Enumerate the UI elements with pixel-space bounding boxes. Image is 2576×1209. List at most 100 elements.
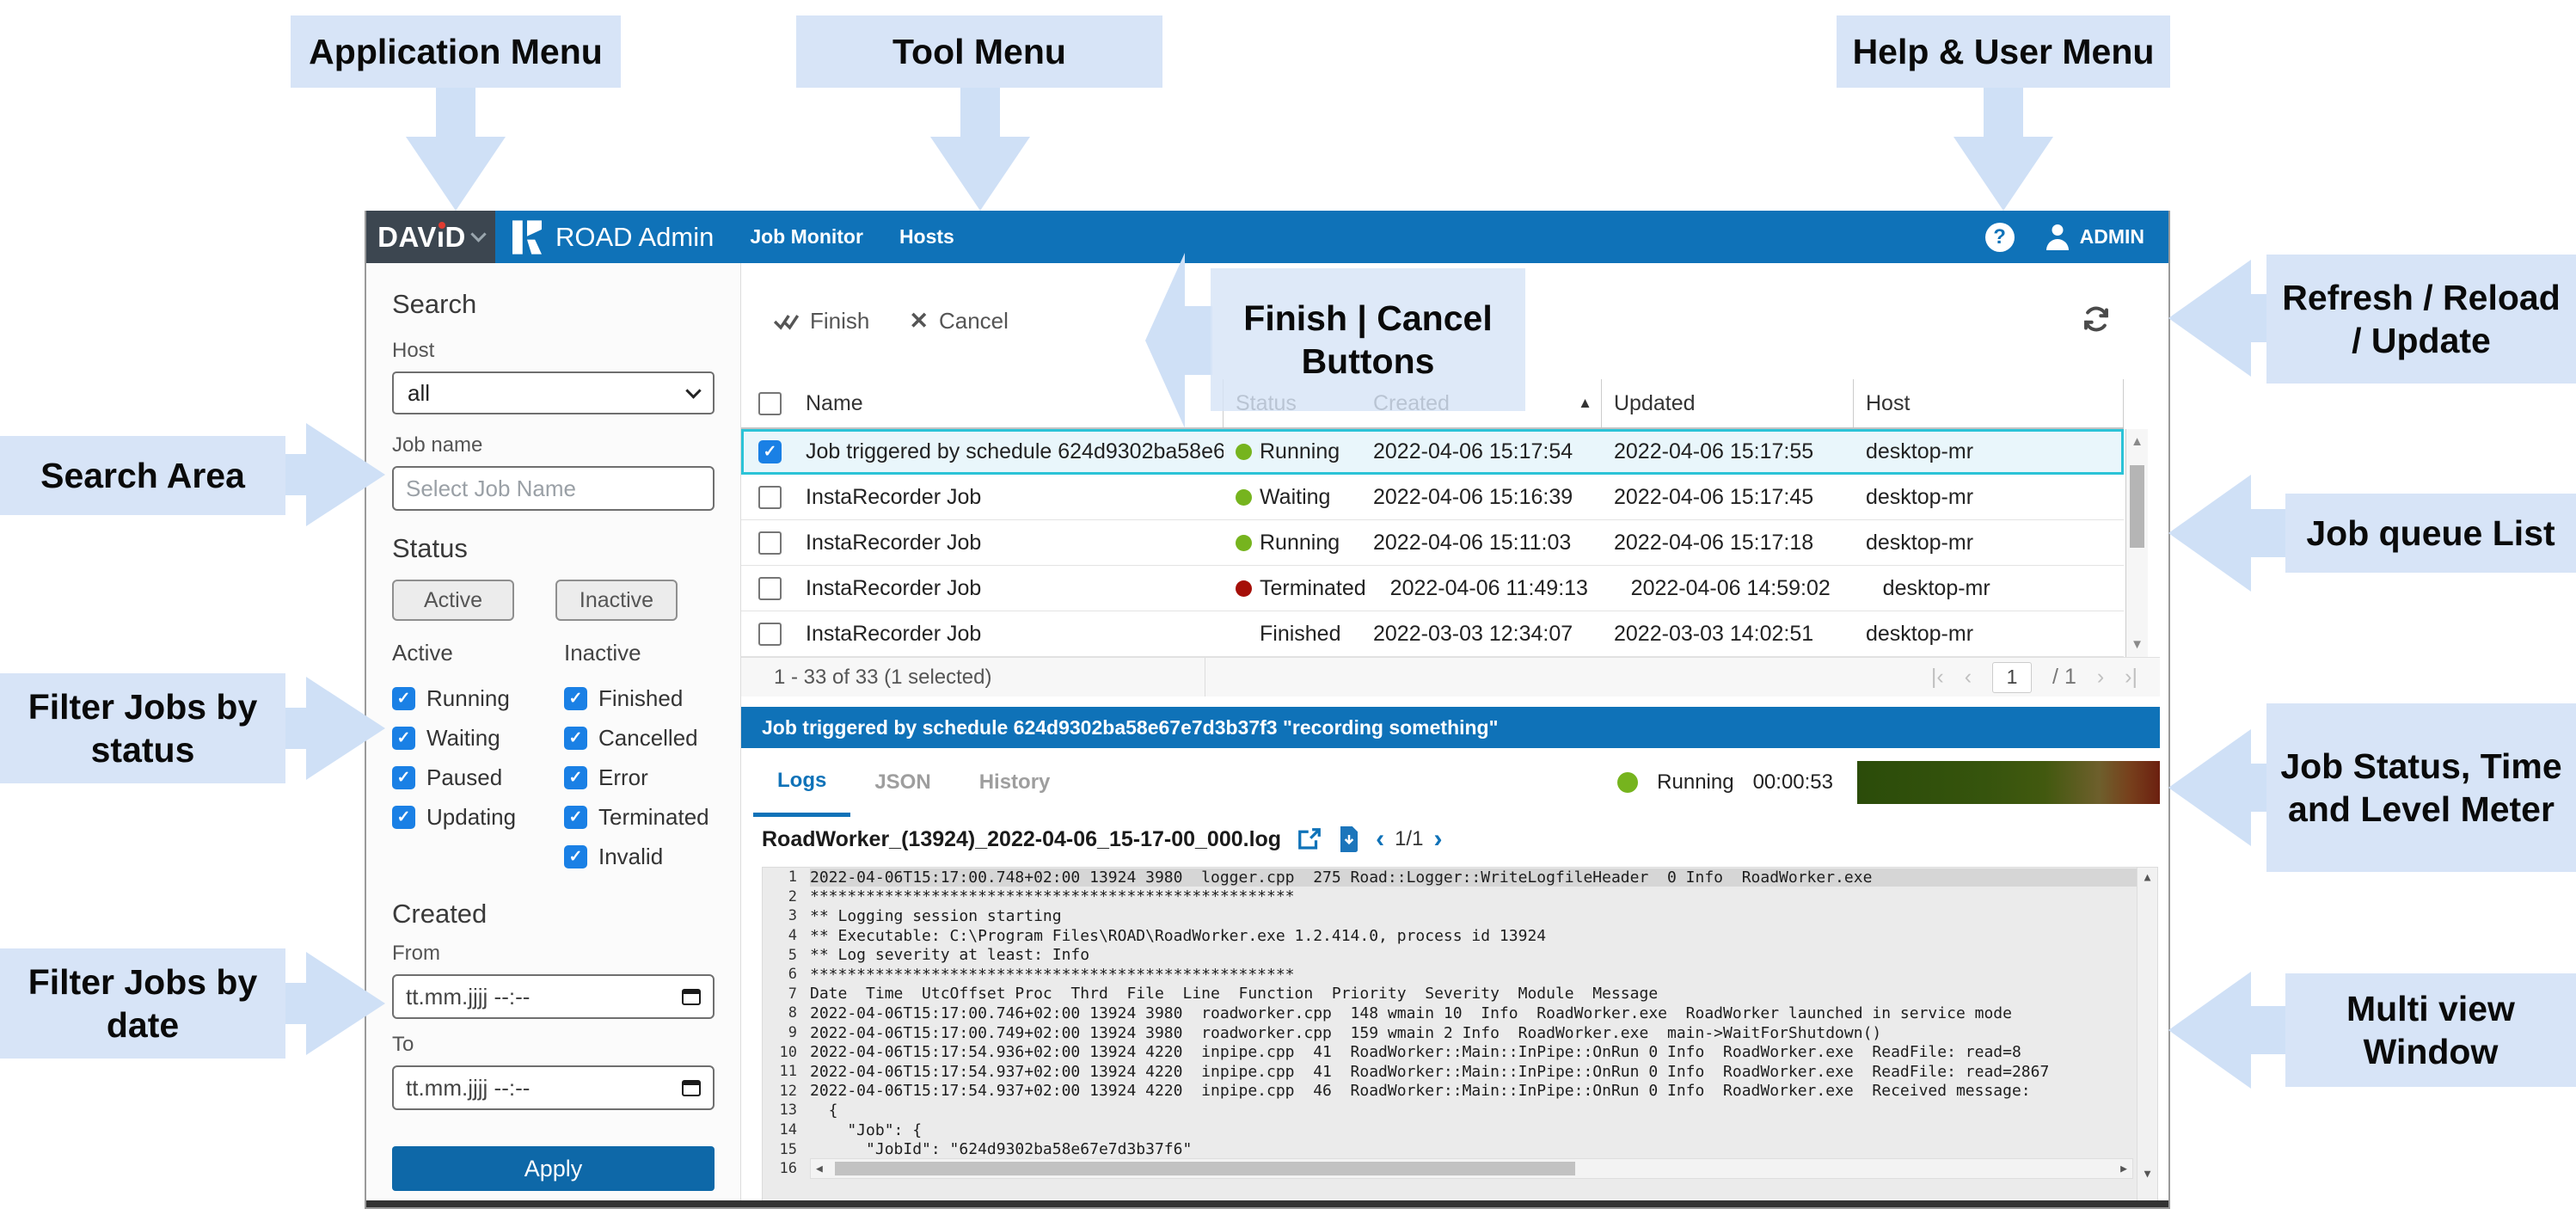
checkbox-icon[interactable]: ✓ xyxy=(564,806,587,829)
table-scrollbar[interactable]: ▲ ▼ xyxy=(2125,429,2148,657)
filter-error[interactable]: ✓Error xyxy=(564,758,715,797)
row-checkbox[interactable]: ✓ xyxy=(758,440,782,463)
download-log-icon[interactable] xyxy=(1338,826,1360,852)
last-page-button[interactable]: ›| xyxy=(2125,665,2137,690)
tab-job-monitor[interactable]: Job Monitor xyxy=(750,225,863,249)
log-line: 16 ◀ ▶ xyxy=(763,1159,2157,1179)
callout-filter-date: Filter Jobs by date xyxy=(0,948,285,1059)
row-checkbox[interactable]: ✓ xyxy=(758,486,782,509)
column-host[interactable]: Host xyxy=(1854,379,2124,427)
host-select[interactable]: all xyxy=(392,371,715,414)
column-updated[interactable]: Updated xyxy=(1602,379,1854,427)
log-horizontal-scrollbar[interactable]: ◀ ▶ xyxy=(810,1158,2133,1179)
log-content[interactable]: 12022-04-06T15:17:00.748+02:00 13924 398… xyxy=(762,867,2158,1207)
scroll-down-icon[interactable]: ▼ xyxy=(2137,1168,2157,1181)
application-menu-button[interactable]: DAVıD xyxy=(366,211,495,263)
help-icon[interactable]: ? xyxy=(1985,223,2015,252)
callout-help-user-menu: Help & User Menu xyxy=(1837,15,2170,88)
filter-running[interactable]: ✓Running xyxy=(392,678,561,718)
checkbox-icon[interactable]: ✓ xyxy=(392,687,415,710)
tab-hosts[interactable]: Hosts xyxy=(899,225,954,249)
calendar-icon[interactable] xyxy=(682,1080,701,1096)
active-button[interactable]: Active xyxy=(392,580,514,621)
filter-terminated[interactable]: ✓Terminated xyxy=(564,797,715,837)
table-row[interactable]: ✓ InstaRecorder Job Waiting 2022-04-06 1… xyxy=(741,475,2124,520)
scroll-up-icon[interactable]: ▲ xyxy=(2137,871,2157,884)
job-status: Waiting xyxy=(1224,475,1361,519)
row-checkbox[interactable]: ✓ xyxy=(758,577,782,600)
job-name-label: Job name xyxy=(392,433,715,457)
job-updated: 2022-04-06 15:17:18 xyxy=(1602,520,1854,565)
created-to-input[interactable]: tt.mm.jjjj --:-- xyxy=(392,1065,715,1110)
inactive-group-label: Inactive xyxy=(564,640,715,666)
sort-asc-icon: ▲ xyxy=(1578,395,1592,412)
row-checkbox[interactable]: ✓ xyxy=(758,623,782,646)
user-menu[interactable]: ADMIN xyxy=(2044,224,2144,250)
callout-arrow-right xyxy=(306,952,385,1055)
calendar-icon[interactable] xyxy=(682,989,701,1005)
callout-search-area: Search Area xyxy=(0,436,285,515)
checkbox-icon[interactable]: ✓ xyxy=(392,806,415,829)
open-external-icon[interactable] xyxy=(1297,826,1322,852)
job-name-input[interactable]: Select Job Name xyxy=(392,466,715,511)
job-updated: 2022-04-06 15:17:55 xyxy=(1602,429,1854,474)
row-checkbox[interactable]: ✓ xyxy=(758,531,782,555)
scroll-up-icon[interactable]: ▲ xyxy=(2126,434,2148,449)
filter-finished[interactable]: ✓Finished xyxy=(564,678,715,718)
scroll-down-icon[interactable]: ▼ xyxy=(2126,637,2148,652)
scrollbar-thumb[interactable] xyxy=(835,1162,1575,1175)
checkbox-icon[interactable]: ✓ xyxy=(564,845,587,868)
log-next-icon[interactable]: › xyxy=(1433,825,1442,854)
help-user-menu: ? ADMIN xyxy=(1985,223,2168,252)
checkbox-icon[interactable]: ✓ xyxy=(564,766,587,789)
tab-logs[interactable]: Logs xyxy=(753,748,850,817)
filter-cancelled[interactable]: ✓Cancelled xyxy=(564,718,715,758)
filter-waiting[interactable]: ✓Waiting xyxy=(392,718,561,758)
finish-button[interactable]: Finish xyxy=(774,308,869,334)
job-queue-table: ✓ Name Status Created▲ Updated Host ✓ Jo… xyxy=(741,379,2148,657)
next-page-button[interactable]: › xyxy=(2097,665,2104,690)
refresh-button[interactable] xyxy=(2081,304,2112,339)
log-page: 1/1 xyxy=(1395,827,1423,851)
apply-button[interactable]: Apply xyxy=(392,1146,715,1191)
callout-arrow-tail xyxy=(436,86,475,138)
table-row[interactable]: ✓ Job triggered by schedule 624d9302ba58… xyxy=(741,429,2124,475)
select-all-checkbox[interactable]: ✓ xyxy=(758,392,782,415)
callout-arrow-tail xyxy=(2251,294,2268,342)
running-status-dot xyxy=(1617,772,1638,793)
log-line: 14 "Job": { xyxy=(763,1120,2157,1140)
log-line: 13 { xyxy=(763,1101,2157,1120)
log-line: 2***************************************… xyxy=(763,887,2157,907)
scroll-left-icon[interactable]: ◀ xyxy=(816,1163,823,1175)
log-line[interactable]: 12022-04-06T15:17:00.748+02:00 13924 398… xyxy=(763,868,2157,887)
scroll-right-icon[interactable]: ▶ xyxy=(2120,1163,2127,1175)
table-row[interactable]: ✓ InstaRecorder Job Running 2022-04-06 1… xyxy=(741,520,2124,566)
checkbox-icon[interactable]: ✓ xyxy=(564,687,587,710)
checkbox-icon[interactable]: ✓ xyxy=(392,727,415,750)
page-number-input[interactable]: 1 xyxy=(1992,662,2032,693)
log-prev-icon[interactable]: ‹ xyxy=(1376,825,1384,854)
first-page-button[interactable]: |‹ xyxy=(1931,665,1944,690)
callout-arrow-tail xyxy=(1185,306,1212,375)
filter-updating[interactable]: ✓Updating xyxy=(392,797,561,837)
scrollbar-thumb[interactable] xyxy=(2130,465,2144,548)
log-vertical-scrollbar[interactable]: ▲ ▼ xyxy=(2137,868,2157,1206)
filter-invalid[interactable]: ✓Invalid xyxy=(564,837,715,876)
status-title: Status xyxy=(392,533,715,564)
checkbox-icon[interactable]: ✓ xyxy=(392,766,415,789)
page-count: / 1 xyxy=(2052,665,2076,690)
job-updated: 2022-04-06 14:59:02 xyxy=(1619,566,1871,611)
created-from-input[interactable]: tt.mm.jjjj --:-- xyxy=(392,974,715,1019)
running-status-label: Running xyxy=(1657,770,1733,795)
table-row[interactable]: ✓ InstaRecorder Job Terminated 2022-04-0… xyxy=(741,566,2124,611)
prev-page-button[interactable]: ‹ xyxy=(1965,665,1972,690)
tab-json[interactable]: JSON xyxy=(850,748,954,817)
filter-paused[interactable]: ✓Paused xyxy=(392,758,561,797)
tab-history[interactable]: History xyxy=(955,748,1075,817)
to-label: To xyxy=(392,1033,715,1057)
job-status: Running xyxy=(1224,429,1361,474)
checkbox-icon[interactable]: ✓ xyxy=(564,727,587,750)
cancel-button[interactable]: ✕ Cancel xyxy=(909,308,1009,334)
table-row[interactable]: ✓ InstaRecorder Job Finished 2022-03-03 … xyxy=(741,611,2124,657)
inactive-button[interactable]: Inactive xyxy=(555,580,678,621)
